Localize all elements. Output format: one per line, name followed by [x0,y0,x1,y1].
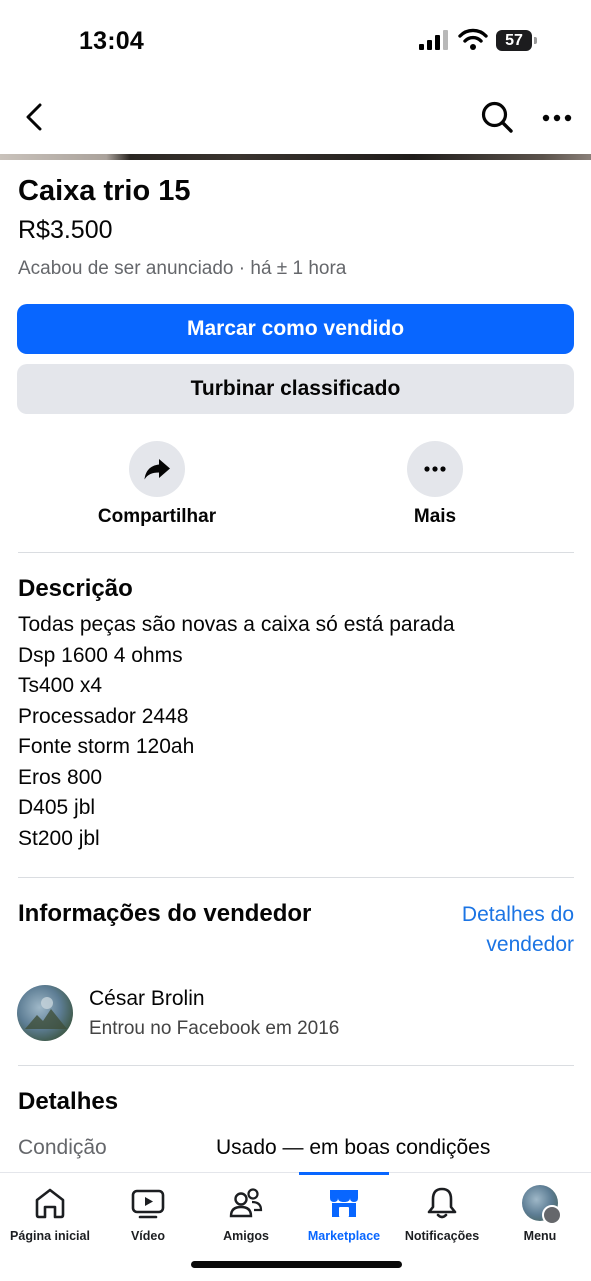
description-text: Todas peças são novas a caixa só está pa… [18,610,455,854]
more-button[interactable] [407,441,463,497]
chevron-left-icon [26,103,42,131]
listing-posted-time: Acabou de ser anunciado · há ± 1 hora [18,258,347,279]
more-label: Mais [413,506,457,527]
tab-label: Amigos [223,1229,269,1243]
description-line: D405 jbl [18,796,96,819]
share-button[interactable] [129,441,185,497]
description-line: Ts400 x4 [18,674,103,697]
share-action[interactable]: Compartilhar [77,441,237,528]
home-icon [35,1188,65,1219]
home-indicator[interactable] [191,1261,402,1268]
seller-details-link[interactable]: Detalhes do vendedor [414,900,574,960]
seller-info-heading: Informações do vendedor [18,900,312,927]
boost-listing-button[interactable]: Turbinar classificado [17,364,574,414]
tab-friends[interactable]: Amigos [196,1183,296,1243]
bell-icon [427,1187,457,1219]
avatar-photo [25,997,67,1029]
status-time: 13:04 [79,27,144,55]
listing-price: R$3.500 [18,216,113,244]
tab-label: Notificações [404,1229,480,1243]
tab-home[interactable]: Página inicial [0,1183,100,1243]
tab-video[interactable]: Vídeo [98,1183,198,1243]
tab-notifications[interactable]: Notificações [392,1183,492,1243]
tab-label: Página inicial [10,1229,90,1243]
more-horizontal-icon [424,466,446,472]
divider [18,1065,574,1066]
marketplace-icon [330,1190,358,1217]
details-heading: Detalhes [18,1088,119,1115]
divider [18,552,574,553]
back-button[interactable] [14,96,54,138]
cellular-signal-icon [419,30,448,50]
description-line: Fonte storm 120ah [18,735,195,758]
share-icon [144,459,170,480]
seller-details-link-line: Detalhes do [461,903,574,926]
more-options-button[interactable] [536,100,578,136]
active-tab-indicator [299,1172,389,1175]
tab-label: Menu [523,1229,557,1243]
seller-avatar[interactable] [17,985,73,1041]
seller-details-link-line: vendedor [486,933,574,956]
search-button[interactable] [476,96,518,138]
video-icon [131,1189,165,1219]
listing-title: Caixa trio 15 [18,175,191,207]
share-label: Compartilhar [97,506,217,527]
condition-value: Usado — em boas condições [216,1136,491,1159]
seller-name[interactable]: César Brolin [89,987,205,1011]
listing-photo[interactable] [0,154,591,160]
description-line: Processador 2448 [18,704,189,728]
search-icon [481,101,513,133]
wifi-icon [458,28,488,50]
menu-badge-icon [542,1205,562,1225]
battery-level: 57 [496,30,532,51]
more-action[interactable]: Mais [355,441,515,528]
condition-label: Condição [18,1136,107,1159]
description-line: Todas peças são novas a caixa só está pa… [18,613,455,636]
seller-joined-date: Entrou no Facebook em 2016 [89,1018,340,1039]
description-heading: Descrição [18,575,133,602]
tab-menu[interactable]: Menu [490,1183,590,1243]
battery-icon: 57 [496,30,538,51]
divider [18,877,574,878]
description-line: Dsp 1600 4 ohms [18,643,183,667]
profile-avatar [522,1185,562,1225]
tab-label: Vídeo [130,1229,166,1243]
description-line: St200 jbl [18,826,100,850]
tab-label: Marketplace [307,1229,381,1243]
description-line: Eros 800 [18,765,103,789]
tab-marketplace[interactable]: Marketplace [294,1183,394,1243]
more-horizontal-icon [542,114,572,122]
friends-icon [229,1188,263,1218]
mark-as-sold-button[interactable]: Marcar como vendido [17,304,574,354]
